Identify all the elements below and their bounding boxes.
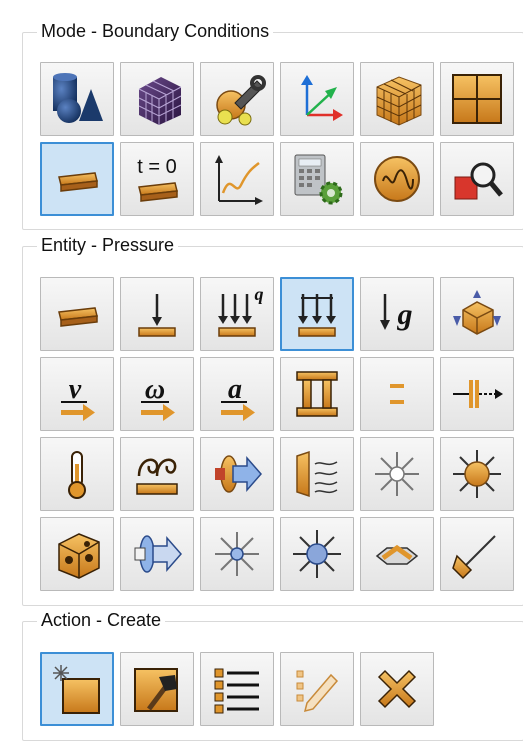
geometry-icon (53, 73, 103, 123)
flow-icon (215, 455, 262, 493)
heat-flux-button[interactable]: q (200, 277, 274, 351)
list-icon (214, 668, 259, 714)
svg-text:v: v (69, 374, 82, 405)
svg-text:g: g (397, 298, 413, 331)
create-button[interactable] (40, 652, 114, 726)
nodeset-button[interactable] (440, 62, 514, 136)
delete-icon (377, 669, 417, 709)
convection-icon (136, 458, 178, 495)
svg-text:t = 0: t = 0 (137, 156, 176, 178)
heat-source-icon (453, 450, 501, 498)
temperature-icon (68, 451, 86, 499)
rotation-icon (134, 535, 182, 573)
angular-velocity-icon: ω (141, 374, 175, 421)
spring-button[interactable] (360, 517, 434, 591)
temperature-button[interactable] (40, 437, 114, 511)
angular-velocity-button[interactable]: ω (120, 357, 194, 431)
heat-flux-icon: q (218, 284, 264, 337)
mesh-icon (138, 77, 182, 125)
constraint-button[interactable] (440, 277, 514, 351)
convection-button[interactable] (120, 437, 194, 511)
edit-icon (296, 670, 339, 713)
constraint-icon (453, 290, 501, 335)
mesh-button[interactable] (120, 62, 194, 136)
force-button[interactable] (120, 277, 194, 351)
coordinate-system-button[interactable] (280, 62, 354, 136)
axial-button[interactable] (440, 357, 514, 431)
geometry-button[interactable] (40, 62, 114, 136)
create-icon (53, 665, 100, 714)
radiation-wall-icon (296, 450, 338, 498)
nodeset-icon (452, 74, 502, 124)
light-point-icon (215, 532, 259, 576)
pressure-button[interactable] (280, 277, 354, 351)
time-curve-button[interactable] (200, 142, 274, 216)
rigid-link-icon (452, 535, 496, 580)
axial-icon (453, 380, 503, 408)
time-curve-icon (215, 155, 263, 205)
boundary-conditions-icon (58, 172, 98, 192)
heat-source-button[interactable] (440, 437, 514, 511)
acceleration-button[interactable]: a (200, 357, 274, 431)
volume-source-button[interactable] (40, 517, 114, 591)
gravity-icon: g (380, 294, 413, 331)
point-source-button[interactable] (360, 437, 434, 511)
inspect-button[interactable] (440, 142, 514, 216)
boundary-conditions-button[interactable] (40, 142, 114, 216)
dark-point-icon (293, 530, 341, 578)
modify-button[interactable] (120, 652, 194, 726)
mode-group-title: Mode - Boundary Conditions (37, 21, 274, 42)
action-group-title: Action - Create (37, 610, 166, 631)
spring-icon (375, 544, 419, 565)
initial-conditions-button[interactable]: t = 0 (120, 142, 194, 216)
acceleration-icon: a (221, 374, 255, 421)
edit-button[interactable] (280, 652, 354, 726)
modify-icon (134, 668, 178, 712)
velocity-button[interactable]: v (40, 357, 114, 431)
delete-button[interactable] (360, 652, 434, 726)
element-block-icon (376, 76, 422, 126)
list-button[interactable] (200, 652, 274, 726)
wave-button[interactable] (360, 142, 434, 216)
surface-icon (58, 307, 98, 327)
displacement-icon (296, 371, 338, 417)
svg-text:q: q (255, 284, 264, 304)
rigid-link-button[interactable] (440, 517, 514, 591)
initial-conditions-icon: t = 0 (137, 156, 178, 202)
inspect-icon (454, 162, 503, 200)
pressure-icon (298, 294, 336, 337)
point-source-icon (375, 452, 419, 496)
element-block-button[interactable] (360, 62, 434, 136)
properties-button[interactable] (200, 62, 274, 136)
svg-text:a: a (228, 374, 242, 405)
radiation-wall-button[interactable] (280, 437, 354, 511)
volume-source-icon (58, 533, 100, 579)
contact-button[interactable] (360, 357, 434, 431)
coordinate-system-icon (301, 75, 343, 121)
svg-text:ω: ω (145, 374, 165, 405)
gravity-button[interactable]: g (360, 277, 434, 351)
velocity-icon: v (61, 374, 95, 421)
rotation-button[interactable] (120, 517, 194, 591)
analysis-settings-icon (294, 154, 343, 205)
surface-button[interactable] (40, 277, 114, 351)
light-point-button[interactable] (200, 517, 274, 591)
dark-point-button[interactable] (280, 517, 354, 591)
entity-group-title: Entity - Pressure (37, 235, 179, 256)
flow-button[interactable] (200, 437, 274, 511)
wave-icon (374, 156, 420, 202)
displacement-button[interactable] (280, 357, 354, 431)
analysis-settings-button[interactable] (280, 142, 354, 216)
contact-icon (390, 384, 404, 404)
force-icon (138, 294, 176, 337)
properties-icon (216, 75, 266, 126)
